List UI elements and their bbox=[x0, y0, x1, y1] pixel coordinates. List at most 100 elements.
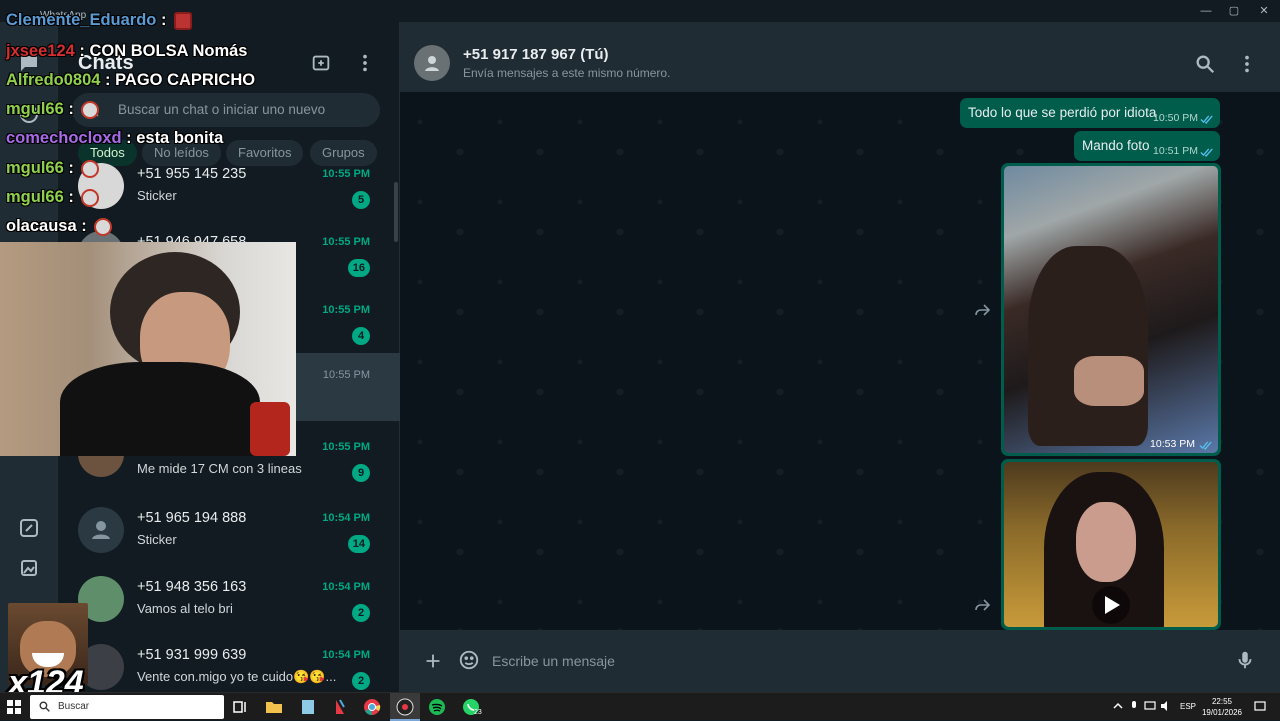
taskbar: Buscar 23 ESP 22:55 19/01/2026 bbox=[0, 692, 1280, 721]
whatsapp-badge: 23 bbox=[474, 709, 482, 716]
default-avatar-icon bbox=[92, 521, 110, 539]
chat-row[interactable]: +51 965 194 888 Sticker 10:54 PM 14 bbox=[58, 496, 400, 564]
search-icon[interactable] bbox=[1194, 53, 1216, 75]
message-input[interactable] bbox=[492, 642, 1212, 680]
webcam-overlay bbox=[0, 242, 296, 456]
video-message[interactable] bbox=[1001, 459, 1221, 630]
window-title: WhatsApp bbox=[40, 10, 87, 21]
windows-start-icon[interactable] bbox=[6, 699, 22, 715]
emoji-sticker-icon[interactable] bbox=[458, 649, 480, 671]
search-icon bbox=[39, 701, 50, 712]
clock-time: 22:55 bbox=[1211, 697, 1233, 706]
read-check-icon bbox=[1200, 115, 1213, 124]
volume-icon[interactable] bbox=[1160, 700, 1172, 712]
chat-row[interactable]: +51 948 356 163 Vamos al telo bri 10:54 … bbox=[58, 565, 400, 633]
chat-list-scrollbar[interactable] bbox=[394, 182, 398, 242]
network-icon[interactable] bbox=[1144, 700, 1156, 712]
status-icon[interactable] bbox=[17, 102, 41, 126]
default-avatar-icon bbox=[425, 56, 439, 71]
contact-subtitle: Envía mensajes a este mismo número. bbox=[463, 66, 671, 80]
search-box[interactable]: Buscar un chat o iniciar uno nuevo bbox=[72, 93, 380, 127]
forward-icon[interactable] bbox=[974, 598, 992, 612]
chats-title: Chats bbox=[78, 52, 134, 74]
chats-icon[interactable] bbox=[17, 52, 41, 76]
chat-last-message: Me mide 17 CM con 3 lineas bbox=[137, 461, 302, 476]
obs-icon bbox=[396, 698, 414, 716]
task-view-icon[interactable] bbox=[230, 697, 250, 717]
taskbar-search[interactable]: Buscar bbox=[30, 695, 224, 719]
photo[interactable] bbox=[1004, 166, 1218, 453]
chevron-up-icon[interactable] bbox=[1112, 700, 1124, 712]
chat-name: +51 948 356 163 bbox=[137, 579, 247, 595]
unread-badge: 5 bbox=[352, 191, 370, 209]
notepad-icon[interactable] bbox=[298, 697, 318, 717]
search-icon bbox=[85, 103, 99, 117]
read-check-icon bbox=[1199, 441, 1212, 450]
contact-avatar[interactable] bbox=[414, 45, 450, 81]
whatsapp-window: WhatsApp — ▢ ✕ Chats Buscar un chat o in… bbox=[0, 0, 1280, 702]
image-time: 10:53 PM bbox=[1150, 438, 1195, 450]
unread-badge: 14 bbox=[347, 535, 370, 553]
chat-time: 10:54 PM bbox=[322, 512, 370, 524]
unread-badge: 4 bbox=[352, 327, 370, 345]
conversation-panel: +51 917 187 967 (Tú) Envía mensajes a es… bbox=[400, 22, 1280, 692]
active-app-tab[interactable] bbox=[390, 693, 420, 721]
maximize-button[interactable]: ▢ bbox=[1222, 3, 1246, 19]
conversation-header[interactable]: +51 917 187 967 (Tú) Envía mensajes a es… bbox=[400, 22, 1280, 92]
unread-badge: 2 bbox=[352, 604, 370, 622]
forward-icon[interactable] bbox=[974, 303, 992, 317]
unread-badge: 16 bbox=[347, 259, 370, 277]
avatar bbox=[78, 163, 124, 209]
chat-last-message: Vente con.migo yo te cuido😘😘... bbox=[137, 669, 337, 684]
chat-row[interactable]: +51 955 145 235 Sticker 10:55 PM 5 bbox=[58, 152, 400, 220]
chat-last-message: Sticker bbox=[137, 532, 177, 547]
chat-time: 10:54 PM bbox=[322, 581, 370, 593]
message-time: 10:51 PM bbox=[1153, 145, 1198, 157]
chrome-icon[interactable] bbox=[362, 697, 382, 717]
search-placeholder: Buscar un chat o iniciar uno nuevo bbox=[118, 102, 326, 117]
unread-badge: 2 bbox=[352, 672, 370, 690]
chat-name: +51 931 999 639 bbox=[137, 647, 247, 663]
minimize-button[interactable]: — bbox=[1194, 3, 1218, 19]
play-icon bbox=[1105, 596, 1120, 614]
clock-date: 19/01/2026 bbox=[1201, 708, 1243, 717]
chat-time: 10:55 PM bbox=[322, 441, 370, 453]
close-button[interactable]: ✕ bbox=[1252, 3, 1276, 19]
contact-name: +51 917 187 967 (Tú) bbox=[463, 46, 609, 63]
mic-icon[interactable] bbox=[1234, 649, 1256, 671]
menu-icon[interactable] bbox=[1236, 53, 1258, 75]
message-text: Mando foto bbox=[1082, 138, 1150, 153]
chat-name: +51 955 145 235 bbox=[137, 166, 247, 182]
taskbar-search-placeholder: Buscar bbox=[58, 701, 90, 712]
clock[interactable]: 22:55 19/01/2026 bbox=[1200, 696, 1244, 718]
unread-badge: 9 bbox=[352, 464, 370, 482]
attach-plus-icon[interactable] bbox=[422, 650, 444, 672]
keyboard-language[interactable]: ESP bbox=[1180, 702, 1196, 711]
mic-tray-icon[interactable] bbox=[1128, 700, 1140, 712]
chat-last-message: Sticker bbox=[137, 188, 177, 203]
chat-last-message: Vamos al telo bri bbox=[137, 601, 233, 616]
chat-name: +51 965 194 888 bbox=[137, 510, 247, 526]
new-chat-icon[interactable] bbox=[310, 52, 332, 74]
composer-bar bbox=[400, 630, 1280, 692]
spotify-icon[interactable] bbox=[427, 697, 447, 717]
chat-row[interactable]: +51 931 999 639 Vente con.migo yo te cui… bbox=[58, 633, 400, 701]
message-bubble[interactable]: Todo lo que se perdió por idiota 10:50 P… bbox=[960, 98, 1220, 128]
menu-icon[interactable] bbox=[354, 52, 376, 74]
chat-time: 10:55 PM bbox=[322, 168, 370, 180]
message-bubble[interactable]: Mando foto 10:51 PM bbox=[1074, 131, 1220, 161]
media-icon[interactable] bbox=[17, 556, 41, 580]
chat-time: 10:55 PM bbox=[322, 369, 370, 381]
file-explorer-icon[interactable] bbox=[264, 697, 284, 717]
message-time: 10:50 PM bbox=[1153, 112, 1198, 124]
chat-time: 10:55 PM bbox=[322, 304, 370, 316]
app-icon[interactable] bbox=[330, 697, 350, 717]
chat-time: 10:54 PM bbox=[322, 649, 370, 661]
read-check-icon bbox=[1200, 148, 1213, 157]
image-message[interactable]: 10:53 PM bbox=[1001, 163, 1221, 456]
play-button[interactable] bbox=[1092, 586, 1130, 624]
message-text: Todo lo que se perdió por idiota bbox=[968, 105, 1157, 120]
notifications-icon[interactable] bbox=[1254, 700, 1266, 712]
edit-icon[interactable] bbox=[17, 516, 41, 540]
title-bar: WhatsApp — ▢ ✕ bbox=[0, 0, 1280, 22]
